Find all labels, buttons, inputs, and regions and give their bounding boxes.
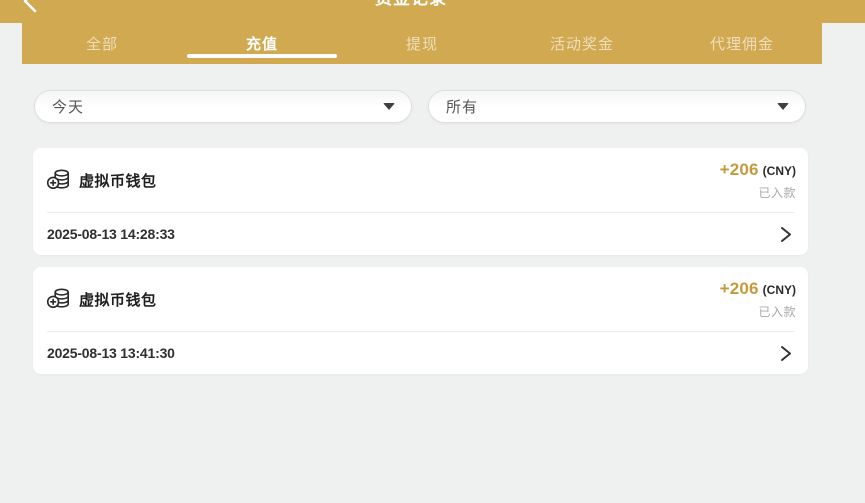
filter-row: 今天 所有 xyxy=(34,90,806,123)
amount-currency: (CNY) xyxy=(763,283,796,297)
tab-deposit[interactable]: 充值 xyxy=(182,23,342,64)
caret-down-icon xyxy=(383,103,395,110)
transaction-card-bottom: 2025-08-13 14:28:33 xyxy=(33,213,808,255)
coins-plus-icon xyxy=(46,286,72,312)
tab-all[interactable]: 全部 xyxy=(22,23,182,64)
amount-block: +206 (CNY) 已入款 xyxy=(720,160,796,201)
type-filter-value: 所有 xyxy=(446,96,478,117)
tab-bar: 全部 充值 提现 活动奖金 代理佣金 xyxy=(22,23,822,64)
status-badge: 已入款 xyxy=(720,184,796,201)
tab-withdraw-label: 提现 xyxy=(406,33,438,54)
status-badge: 已入款 xyxy=(720,303,796,320)
tab-all-label: 全部 xyxy=(86,33,118,54)
transaction-card-top: 虚拟币钱包 +206 (CNY) 已入款 xyxy=(33,148,808,212)
transaction-card[interactable]: 虚拟币钱包 +206 (CNY) 已入款 2025-08-13 14:28:33 xyxy=(33,148,808,255)
tab-deposit-label: 充值 xyxy=(246,33,278,54)
amount-value: +206 xyxy=(720,279,759,299)
transaction-card-top: 虚拟币钱包 +206 (CNY) 已入款 xyxy=(33,267,808,331)
caret-down-icon xyxy=(777,103,789,110)
chevron-right-icon[interactable] xyxy=(779,226,792,243)
tab-agent-commission[interactable]: 代理佣金 xyxy=(662,23,822,64)
transaction-list: 虚拟币钱包 +206 (CNY) 已入款 2025-08-13 14:28:33 xyxy=(33,148,808,374)
tab-activity-bonus[interactable]: 活动奖金 xyxy=(502,23,662,64)
wallet-name: 虚拟币钱包 xyxy=(79,170,157,191)
amount-currency: (CNY) xyxy=(763,164,796,178)
tab-activity-bonus-label: 活动奖金 xyxy=(550,33,614,54)
transaction-card-bottom: 2025-08-13 13:41:30 xyxy=(33,332,808,374)
amount-block: +206 (CNY) 已入款 xyxy=(720,279,796,320)
transaction-datetime: 2025-08-13 13:41:30 xyxy=(47,345,175,361)
tab-agent-commission-label: 代理佣金 xyxy=(710,33,774,54)
page-title: 资金记录 xyxy=(0,0,822,9)
transaction-card[interactable]: 虚拟币钱包 +206 (CNY) 已入款 2025-08-13 13:41:30 xyxy=(33,267,808,374)
date-filter-select[interactable]: 今天 xyxy=(34,90,412,123)
transaction-datetime: 2025-08-13 14:28:33 xyxy=(47,226,175,242)
coins-plus-icon xyxy=(46,167,72,193)
amount-value: +206 xyxy=(720,160,759,180)
tab-withdraw[interactable]: 提现 xyxy=(342,23,502,64)
type-filter-select[interactable]: 所有 xyxy=(428,90,806,123)
chevron-right-icon[interactable] xyxy=(779,345,792,362)
app-header: 资金记录 xyxy=(0,0,865,23)
wallet-name: 虚拟币钱包 xyxy=(79,289,157,310)
date-filter-value: 今天 xyxy=(52,96,84,117)
active-tab-underline xyxy=(187,54,337,58)
